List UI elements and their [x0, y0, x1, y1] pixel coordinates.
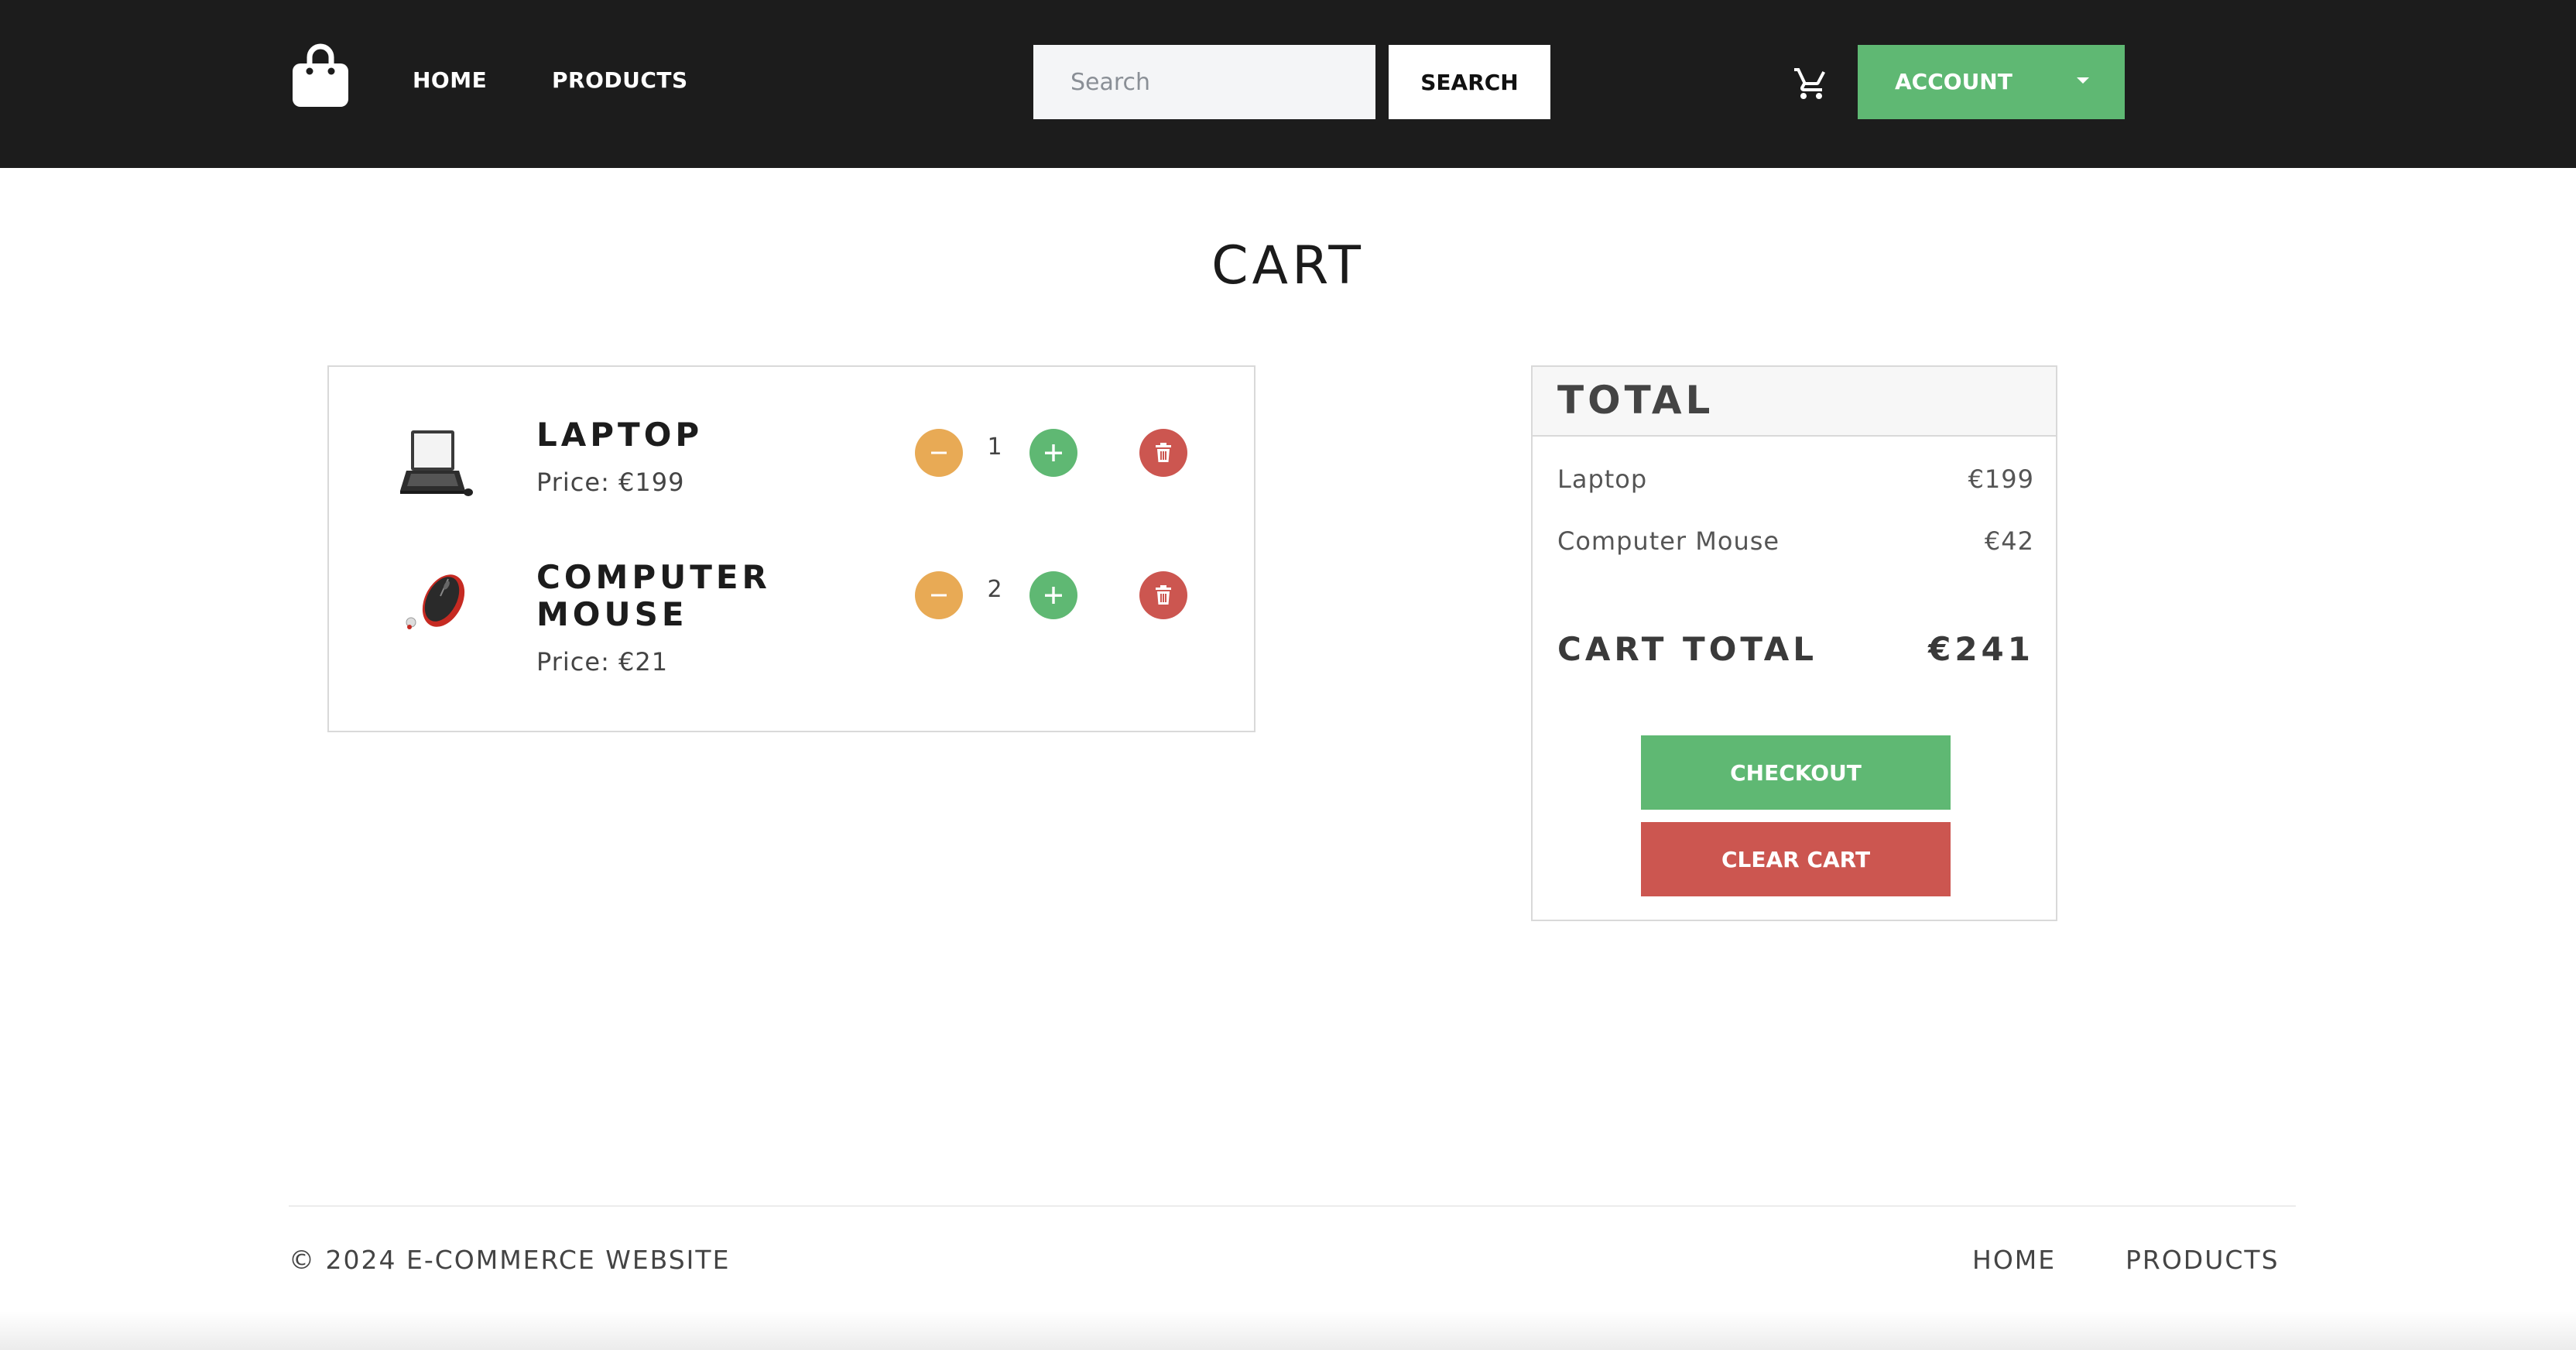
remove-item-button[interactable]	[1139, 429, 1187, 477]
page-title: CART	[1211, 235, 1365, 296]
clear-cart-button[interactable]: CLEAR CART	[1641, 822, 1951, 896]
summary-line-name: Laptop	[1557, 464, 1648, 494]
bottom-shadow	[0, 1311, 2576, 1350]
increase-quantity-button[interactable]	[1029, 429, 1077, 477]
laptop-image	[399, 424, 476, 502]
nav-home-link[interactable]: HOME	[413, 65, 487, 96]
item-quantity: 2	[987, 576, 1002, 603]
shopping-bag-icon[interactable]	[291, 43, 350, 108]
summary-line-amount: €199	[1968, 464, 2034, 494]
summary-line-amount: €42	[1984, 526, 2034, 556]
decrease-quantity-button[interactable]	[915, 429, 963, 477]
cart-total-value: €241	[1928, 630, 2034, 668]
search-button[interactable]: SEARCH	[1389, 45, 1550, 119]
remove-item-button[interactable]	[1139, 571, 1187, 619]
minus-icon	[931, 451, 947, 454]
summary-line: Computer Mouse €42	[1557, 526, 2034, 560]
cart-total-label: CART TOTAL	[1557, 630, 1818, 668]
summary-title: TOTAL	[1557, 378, 1714, 423]
account-dropdown-button[interactable]: ACCOUNT	[1858, 45, 2125, 119]
item-name: COMPUTER MOUSE	[536, 558, 771, 633]
checkout-button[interactable]: CHECKOUT	[1641, 735, 1951, 810]
cart-summary-panel: TOTAL Laptop €199 Computer Mouse €42 CAR…	[1531, 365, 2057, 921]
caret-down-icon	[2077, 77, 2089, 84]
footer-divider	[289, 1205, 2296, 1207]
summary-header: TOTAL	[1533, 367, 2056, 437]
trash-icon	[1156, 585, 1171, 605]
computer-mouse-image	[399, 565, 476, 642]
footer-products-link[interactable]: PRODUCTS	[2126, 1245, 2280, 1275]
nav-products-link[interactable]: PRODUCTS	[552, 65, 688, 96]
decrease-quantity-button[interactable]	[915, 571, 963, 619]
increase-quantity-button[interactable]	[1029, 571, 1077, 619]
footer-copyright: © 2024 E-COMMERCE WEBSITE	[289, 1245, 731, 1275]
account-label: ACCOUNT	[1895, 69, 2012, 94]
item-quantity: 1	[987, 433, 1002, 461]
summary-line-name: Computer Mouse	[1557, 526, 1780, 556]
summary-line: Laptop €199	[1557, 464, 2034, 499]
top-navbar: HOME PRODUCTS SEARCH ACCOUNT	[0, 0, 2576, 168]
plus-icon	[1045, 587, 1062, 604]
search-input[interactable]	[1033, 45, 1375, 119]
cart-items-panel: LAPTOP Price: €199 1 COMPUTER MOUSE Pric…	[327, 365, 1255, 732]
minus-icon	[931, 594, 947, 597]
plus-icon	[1045, 444, 1062, 461]
item-price: Price: €21	[536, 647, 669, 677]
cart-total-row: CART TOTAL €241	[1557, 630, 2034, 677]
shopping-cart-icon[interactable]	[1793, 65, 1830, 102]
item-name: LAPTOP	[536, 416, 704, 454]
trash-icon	[1156, 443, 1171, 462]
item-price: Price: €199	[536, 468, 685, 497]
footer-home-link[interactable]: HOME	[1972, 1245, 2056, 1275]
